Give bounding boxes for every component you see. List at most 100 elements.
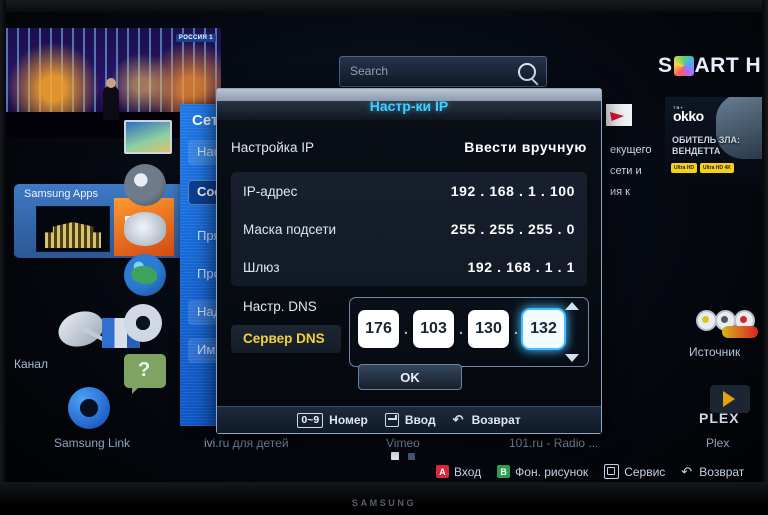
row-subnet-mask[interactable]: Маска подсети 255 . 255 . 255 . 0 (243, 210, 575, 248)
dns-separator-1: . (403, 320, 409, 338)
broadcast-icon[interactable] (124, 212, 166, 246)
key-label-wallpaper: Фон. рисунок (515, 464, 589, 479)
smart-hub-logo-pre: S (658, 54, 673, 77)
samsung-link-icon[interactable] (68, 387, 110, 429)
system-gear-icon[interactable] (119, 299, 167, 347)
row-label-gateway: Шлюз (243, 259, 280, 275)
key-label-tools: Сервис (624, 464, 666, 479)
dns-octet-1[interactable]: 176 (358, 310, 399, 348)
return-arrow-icon: ↶ (681, 463, 693, 479)
return-arrow-icon: ↶ (452, 412, 464, 427)
dns-octet-editor[interactable]: 176 . 103 . 130 . 132 (349, 297, 589, 367)
key-red-login[interactable]: A Вход (436, 465, 481, 479)
okko-logo: ТВ+ okko (673, 105, 704, 124)
network-globe-icon[interactable] (124, 254, 166, 296)
dialog-title: Настр-ки IP (369, 98, 449, 114)
tools-icon (604, 464, 620, 479)
app-label-ivi[interactable]: ivi.ru для детей (204, 436, 289, 450)
source-label: Источник (689, 345, 741, 359)
row-value-ip-address: 192 . 168 . 1 . 100 (450, 183, 575, 199)
green-key-icon: B (497, 465, 511, 478)
ip-settings-dialog: Настр-ки IP Настройка IP Ввести вручную … (216, 88, 602, 434)
key-return[interactable]: ↶ Возврат (681, 465, 744, 479)
dns-separator-3: . (513, 320, 519, 338)
hint-return[interactable]: ↶ Возврат (453, 413, 521, 427)
dns-section: Настр. DNS Сервер DNS 176 . 103 . 130 . … (217, 295, 601, 373)
dns-octets: 176 . 103 . 130 . 132 (358, 310, 564, 348)
bezel-left (0, 0, 6, 515)
bezel-right (762, 0, 768, 515)
app-label-samsung-link[interactable]: Samsung Link (54, 436, 130, 450)
hint-enter[interactable]: Ввод (384, 413, 436, 427)
spinner-down-icon[interactable] (565, 354, 579, 362)
hint-label-enter: Ввод (404, 413, 436, 427)
red-key-icon: A (436, 465, 449, 478)
row-value-gateway: 192 . 168 . 1 . 1 (467, 259, 575, 275)
app-tile-logo[interactable] (606, 104, 632, 126)
key-tools[interactable]: Сервис (604, 464, 665, 479)
app-label-vimeo[interactable]: Vimeo (386, 436, 420, 450)
dialog-hint-bar: 0~9 Номер Ввод ↶ Возврат (217, 406, 601, 433)
plex-icon[interactable] (710, 385, 750, 413)
support-help-icon[interactable] (124, 354, 166, 394)
dns-separator-2: . (458, 320, 464, 338)
search-input[interactable]: Search (339, 56, 547, 87)
row-label-ip-address: IP-адрес (243, 183, 298, 199)
desc-line-3: ия к (610, 186, 630, 198)
apps-thumbnail (36, 206, 110, 252)
number-keys-icon: 0~9 (297, 412, 324, 428)
dialog-titlebar: Настр-ки IP (217, 89, 601, 120)
dns-octet-2[interactable]: 103 (413, 310, 454, 348)
hint-number[interactable]: 0~9 Номер (297, 412, 368, 428)
building-graphic (45, 222, 101, 248)
picture-icon[interactable] (124, 120, 172, 154)
dns-setting-label: Настр. DNS (243, 299, 317, 314)
samsung-apps-label: Samsung Apps (24, 188, 98, 200)
bezel-top (0, 0, 768, 12)
tv-brand-mark: SAMSUNG (351, 498, 417, 508)
channel-logo: РОССИЯ 1 (175, 34, 216, 42)
row-ip-mode[interactable]: Настройка IP Ввести вручную (231, 128, 587, 166)
plex-wordmark: PLEX (699, 410, 740, 426)
row-gateway[interactable]: Шлюз 192 . 168 . 1 . 1 (243, 248, 575, 286)
background-description-text: екущего сети и ия к (610, 140, 760, 203)
key-green-wallpaper[interactable]: B Фон. рисунок (497, 465, 588, 479)
hint-label-return: Возврат (471, 413, 521, 427)
dns-octet-3[interactable]: 130 (468, 310, 509, 348)
page-indicator[interactable] (391, 452, 415, 460)
sound-icon[interactable] (124, 164, 166, 206)
tv-screen: РОССИЯ 1 Samsung Apps D Канал ТВ+ (0, 0, 768, 515)
row-ip-address[interactable]: IP-адрес 192 . 168 . 1 . 100 (243, 172, 575, 210)
rca-cable-graphic (722, 326, 758, 338)
hint-label-number: Номер (329, 413, 368, 427)
row-value-ip-mode: Ввести вручную (464, 139, 587, 155)
spinner-up-icon[interactable] (565, 302, 579, 310)
search-placeholder: Search (350, 64, 389, 78)
key-label-return: Возврат (699, 464, 745, 479)
app-label-plex[interactable]: Plex (706, 436, 729, 450)
search-icon[interactable] (518, 63, 536, 81)
channel-label: Канал (14, 357, 48, 371)
desc-line-1: екущего (610, 144, 652, 156)
performer-silhouette (102, 78, 119, 120)
smart-hub-cube-icon (673, 56, 694, 76)
color-key-bar: A Вход B Фон. рисунок Сервис ↶ Возврат (436, 464, 744, 479)
desc-line-2: сети и (610, 165, 642, 177)
dns-octet-4[interactable]: 132 (523, 310, 564, 348)
dns-server-label[interactable]: Сервер DNS (231, 325, 341, 353)
source-icon[interactable] (696, 308, 758, 342)
row-label-ip-mode: Настройка IP (231, 139, 314, 155)
dish-plate (53, 305, 109, 353)
row-label-subnet-mask: Маска подсети (243, 221, 337, 237)
enter-icon (384, 413, 399, 427)
key-label-login: Вход (454, 464, 482, 479)
page-dot-1[interactable] (391, 452, 399, 460)
page-dot-2[interactable] (408, 452, 415, 460)
ok-button[interactable]: OK (358, 364, 462, 390)
app-label-101ru[interactable]: 101.ru - Radio ... (509, 436, 598, 450)
bezel-bottom: SAMSUNG (0, 482, 768, 515)
smart-hub-logo-post: ART H (694, 54, 762, 77)
row-value-subnet-mask: 255 . 255 . 255 . 0 (450, 221, 575, 237)
rca-yellow-icon (696, 310, 717, 331)
settings-icon-column (118, 120, 180, 420)
